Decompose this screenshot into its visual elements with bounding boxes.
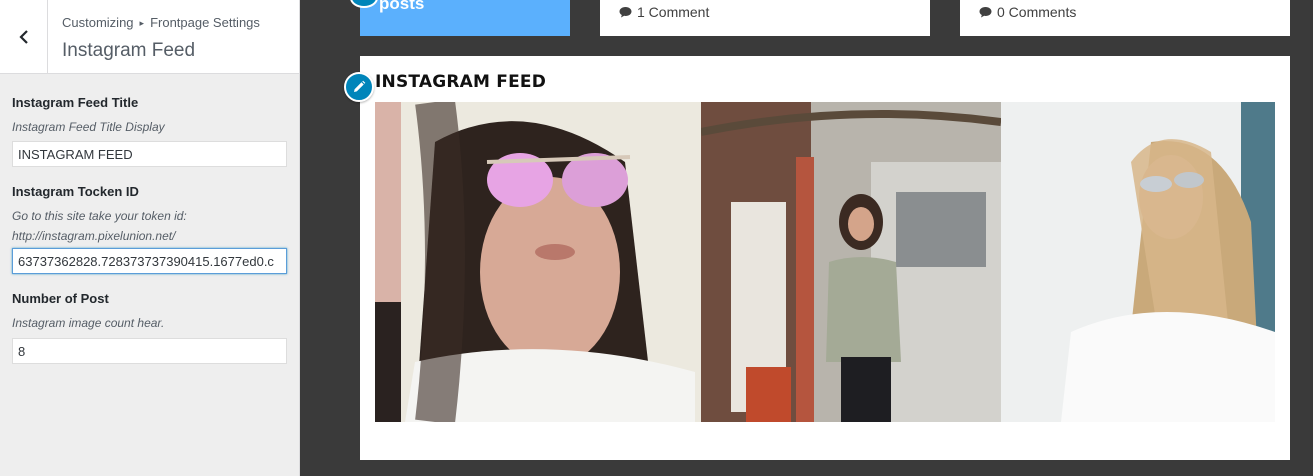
photo-image <box>701 102 1001 422</box>
feed-title-description: Instagram Feed Title Display <box>12 120 165 134</box>
instagram-feed-title: INSTAGRAM FEED <box>375 72 547 92</box>
post-count-description: Instagram image count hear. <box>12 316 165 330</box>
breadcrumb-parent: Customizing <box>62 15 134 30</box>
posts-label: posts <box>379 0 425 13</box>
comment-count[interactable]: 0 Comments <box>979 4 1076 20</box>
customizer-sidebar: Customizing ▸ Frontpage Settings Instagram… <box>0 0 300 476</box>
comment-count[interactable]: 1 Comment <box>619 4 709 20</box>
token-id-input[interactable] <box>12 248 287 274</box>
instagram-feed-section: INSTAGRAM FEED <box>360 56 1290 460</box>
feed-title-input[interactable] <box>12 141 287 167</box>
customizer-header: Customizing ▸ Frontpage Settings Instagram… <box>0 0 299 74</box>
comment-icon <box>979 7 992 18</box>
photo-image <box>1001 102 1275 422</box>
pencil-icon <box>354 80 366 92</box>
breadcrumb-current: Frontpage Settings <box>150 15 260 30</box>
section-title: Instagram Feed <box>62 40 196 61</box>
post-card: 0 Comments <box>960 0 1290 36</box>
back-chevron-icon <box>18 30 28 44</box>
back-button[interactable] <box>0 0 48 74</box>
post-count-input[interactable] <box>12 338 287 364</box>
comment-count-text: 0 Comments <box>997 4 1077 20</box>
token-id-description: Go to this site take your token id: http… <box>12 209 187 243</box>
post-card: 1 Comment <box>600 0 930 36</box>
breadcrumb-separator: ▸ <box>139 18 145 28</box>
posts-card[interactable]: posts <box>360 0 570 36</box>
instagram-photo[interactable] <box>375 102 701 422</box>
feed-title-label: Instagram Feed Title <box>12 95 139 110</box>
token-id-label: Instagram Tocken ID <box>12 184 139 199</box>
photo-image <box>375 102 701 422</box>
post-count-label: Number of Post <box>12 291 109 306</box>
comment-count-text: 1 Comment <box>637 4 710 20</box>
edit-shortcut-button[interactable] <box>344 72 374 102</box>
instagram-photo[interactable] <box>1001 102 1275 422</box>
instagram-photo-strip <box>375 102 1275 422</box>
comment-icon <box>619 7 632 18</box>
instagram-photo[interactable] <box>701 102 1001 422</box>
breadcrumb: Customizing ▸ Frontpage Settings <box>62 15 260 30</box>
